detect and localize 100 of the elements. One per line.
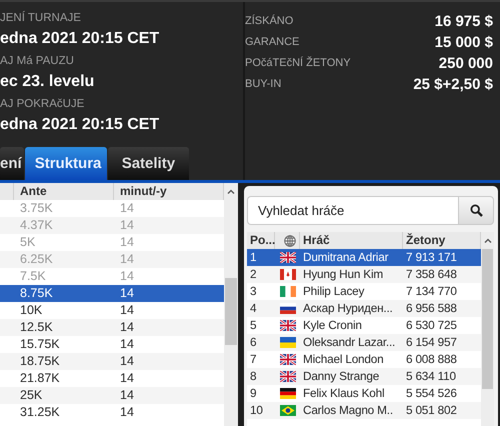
table-cell-text: Carlos Magno M..	[302, 402, 394, 419]
scrollbar-thumb[interactable]	[482, 249, 493, 389]
table-cell-text: 5	[249, 317, 258, 334]
player-row[interactable]: 10 Carlos Magno M.. 5 051 802	[247, 402, 481, 419]
stat-value: 25 $+2,50 $	[413, 76, 493, 92]
table-cell-text: 14	[119, 370, 135, 387]
table-cell-text: 21.87K	[19, 370, 61, 387]
table-cell-text: 14	[119, 200, 135, 217]
table-cell-text: 7 913 171	[405, 249, 458, 266]
scrollbar[interactable]	[224, 183, 238, 426]
table-cell-text: 1	[249, 249, 258, 266]
table-cell-text: 14	[119, 387, 135, 404]
table-cell-text: 15.75K	[19, 336, 61, 353]
flag-icon	[280, 388, 296, 399]
table-cell-text: 14	[119, 336, 135, 353]
info-value: edna 2021 20:15 CET	[0, 30, 160, 48]
table-cell-text: 7.5K	[19, 268, 47, 285]
search-input[interactable]: Vyhledat hráče	[248, 197, 458, 224]
table-cell-text: 14	[119, 234, 135, 251]
tab[interactable]: Satelity	[108, 147, 190, 180]
globe-icon	[284, 234, 296, 246]
table-cell-text: 6.25K	[19, 251, 54, 268]
stat-label: ZÍSKÁNO	[245, 15, 294, 27]
table-cell-text: 6 154 957	[405, 334, 458, 351]
scrollbar-thumb[interactable]	[225, 278, 237, 345]
table-cell-text: 6 956 588	[405, 300, 458, 317]
table-cell-text: Oleksandr Lazar...	[302, 334, 396, 351]
stat-value: 15 000 $	[434, 34, 493, 50]
tab[interactable]: ení	[0, 147, 24, 180]
flag-icon	[280, 286, 296, 297]
table-cell-text: 14	[119, 404, 135, 421]
caret-up-icon[interactable]	[227, 189, 235, 194]
table-cell-text: Hyung Hun Kim	[302, 266, 384, 283]
table-cell-text: 6 008 888	[405, 351, 458, 368]
table-cell-text: 3.75K	[19, 200, 54, 217]
table-cell-text: 7 358 648	[405, 266, 458, 283]
table-cell-text: 31.25K	[19, 404, 61, 421]
table-cell-text: 14	[119, 302, 135, 319]
level-row[interactable]: 18.75K 14	[0, 353, 224, 370]
caret-up-icon[interactable]	[484, 238, 492, 243]
stat-value: 16 975 $	[434, 12, 493, 30]
table-cell-text: 14	[119, 285, 135, 302]
stat-label: POčáTEčNÍ ŽETONY	[245, 57, 351, 69]
player-row[interactable]: 8 Danny Strange 5 634 110	[247, 368, 481, 385]
table-cell-text: 2	[249, 266, 258, 283]
flag-icon	[280, 303, 296, 314]
flag-icon	[280, 320, 296, 331]
table-cell-text: 8	[249, 368, 258, 385]
table-cell-text: Michael London	[302, 351, 384, 368]
stat-label: GARANCE	[245, 36, 300, 48]
level-row[interactable]: 12.5K 14	[0, 319, 224, 336]
player-row[interactable]: 4 Аскар Нуриден... 6 956 588	[247, 300, 481, 317]
table-cell-text: 5K	[19, 234, 36, 251]
table-cell-text: 9	[249, 385, 258, 402]
player-row[interactable]: 2 Hyung Hun Kim 7 358 648	[247, 266, 481, 283]
table-cell-text: 8.75K	[19, 285, 54, 302]
player-row[interactable]: 6 Oleksandr Lazar... 6 154 957	[247, 334, 481, 351]
table-cell-text: 4.37K	[19, 217, 54, 234]
flag-icon	[280, 269, 296, 280]
table-cell-text: Аскар Нуриден...	[302, 300, 394, 317]
table-cell-text: 5 554 526	[405, 385, 458, 402]
tab[interactable]: Struktura	[24, 147, 107, 180]
table-cell-text: Danny Strange	[302, 368, 380, 385]
player-row[interactable]: 1 Dumitrana Adriar 7 913 171	[247, 249, 481, 266]
table-cell-text: 25K	[19, 387, 44, 404]
table-cell-text: Philip Lacey	[302, 283, 366, 300]
table-cell-text: 12.5K	[19, 319, 54, 336]
table-cell-text: 14	[119, 251, 135, 268]
flag-icon	[280, 252, 296, 263]
table-cell-text: 7 134 770	[405, 283, 458, 300]
flag-icon	[280, 337, 296, 348]
stat-label: BUY-IN	[245, 78, 282, 90]
table-cell-text: 5 634 110	[405, 368, 457, 385]
table-cell-text: 18.75K	[19, 353, 61, 370]
table-cell-text: 6	[249, 334, 258, 351]
table-cell-text: 10K	[19, 302, 44, 319]
table-cell-text: 10	[249, 402, 264, 419]
search-button[interactable]	[458, 196, 494, 225]
flag-icon	[280, 405, 296, 416]
scrollbar[interactable]	[481, 232, 494, 426]
table-cell-text: Dumitrana Adriar	[302, 249, 390, 266]
level-row[interactable]: 8.75K 14	[0, 285, 224, 302]
table-cell-text: 5 051 802	[405, 402, 458, 419]
table-cell-text: 6 530 725	[405, 317, 458, 334]
table-cell-text: 3	[249, 283, 258, 300]
level-row[interactable]: 25K 14	[0, 387, 224, 404]
table-cell-text: 14	[119, 353, 135, 370]
table-cell-text: Kyle Cronin	[302, 317, 363, 334]
table-cell-text: 7	[249, 351, 258, 368]
table-cell-text: 14	[119, 217, 135, 234]
table-cell-text: 14	[119, 319, 135, 336]
info-label: AJ POKRAčUJE	[0, 97, 86, 111]
info-label: AJ Má PAUZU	[0, 54, 75, 68]
info-label: JENÍ TURNAJE	[0, 11, 82, 25]
search-icon	[470, 204, 482, 217]
table-cell-text: Felix Klaus Kohl	[302, 385, 386, 402]
table-cell-text: 14	[119, 268, 135, 285]
table-cell-text: 4	[249, 300, 258, 317]
flag-icon	[280, 371, 296, 382]
info-value: ec 23. levelu	[0, 73, 96, 91]
